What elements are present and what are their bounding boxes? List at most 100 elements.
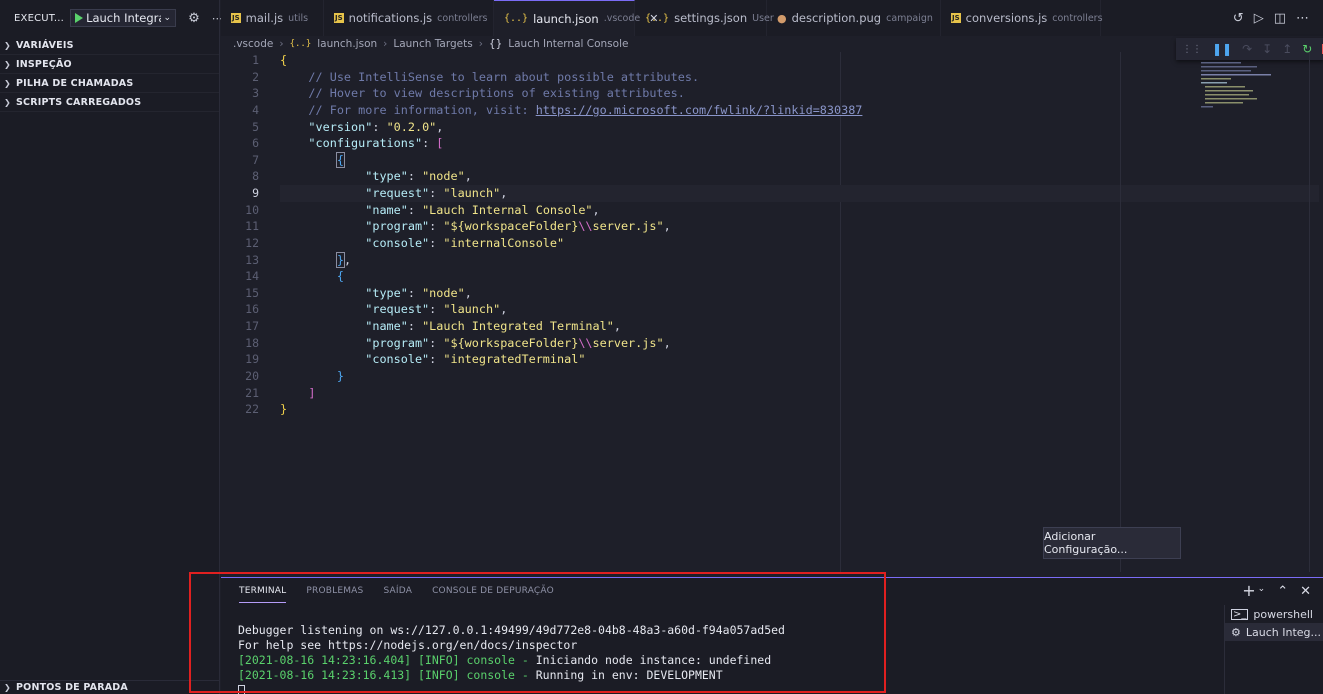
tab-settings-json[interactable]: {..} settings.json User [635, 0, 774, 36]
history-icon[interactable]: ↺ [1233, 11, 1244, 26]
section-label: SCRIPTS CARREGADOS [16, 96, 142, 108]
tab-description-pug[interactable]: ● description.pug campaign [767, 0, 941, 36]
line-numbers: 1 2 3 4 5 6 7 8 9 10 11 12 13 14 15 16 17 18 19 20 21 22 [221, 52, 259, 418]
line-number: 17 [245, 319, 259, 333]
add-configuration-button[interactable]: Adicionar Configuração... [1043, 527, 1181, 559]
line-number: 3 [252, 86, 259, 101]
bottom-panel: TERMINAL PROBLEMAS SAÍDA CONSOLE DE DEPU… [221, 577, 1323, 694]
line-number: 5 [252, 119, 259, 134]
chevron-down-icon[interactable]: ⌄ [1258, 584, 1266, 599]
new-terminal-icon[interactable]: + [1242, 583, 1255, 599]
split-editor-icon[interactable]: ◫ [1274, 11, 1286, 26]
tab-description: utils [288, 12, 309, 24]
line-number: 18 [245, 335, 259, 350]
terminal-item-label: Lauch Integ... [1245, 625, 1322, 639]
section-label: VARIÁVEIS [16, 39, 74, 51]
code-line: "request": "launch", [365, 302, 508, 317]
line-number: 13 [245, 252, 259, 267]
terminal-line: [2021-08-16 14:23:16.404] [INFO] console… [238, 653, 772, 667]
line-number: 15 [245, 285, 259, 300]
panel-tabs: TERMINAL PROBLEMAS SAÍDA CONSOLE DE DEPU… [239, 586, 554, 603]
section-loaded-scripts[interactable]: ❯ SCRIPTS CARREGADOS [0, 93, 219, 112]
line-number: 7 [252, 152, 259, 167]
tab-notifications-js[interactable]: JS notifications.js controllers [324, 0, 494, 36]
bug-icon: ⚙ [1231, 625, 1241, 639]
chevron-right-icon: › [383, 38, 388, 50]
tab-problems[interactable]: PROBLEMAS [306, 586, 363, 603]
run-config-select[interactable]: Lauch Integrat ⌄ [70, 9, 177, 27]
chevron-right-icon: ❯ [4, 78, 11, 88]
breadcrumb-item[interactable]: Lauch Internal Console [508, 38, 628, 50]
tab-conversions-js[interactable]: JS conversions.js controllers [941, 0, 1103, 36]
tab-mail-js[interactable]: JS mail.js utils [221, 0, 324, 36]
code-line: "type": "node", [365, 285, 472, 300]
run-icon[interactable]: ▷ [1254, 11, 1264, 26]
json-file-icon: {..} [645, 12, 670, 24]
tab-label: conversions.js [965, 11, 1048, 25]
line-number: 9 [252, 186, 259, 200]
terminal-list: >_ powershell ⚙ Lauch Integ... [1224, 605, 1323, 694]
terminal-cursor [238, 685, 245, 694]
section-label: PONTOS DE PARADA [16, 682, 128, 693]
terminal-line: Debugger listening on ws://127.0.0.1:494… [238, 623, 785, 637]
terminal-item-debug[interactable]: ⚙ Lauch Integ... [1225, 623, 1323, 641]
breadcrumb-item[interactable]: launch.json [317, 38, 377, 50]
chevron-right-icon: ❯ [4, 97, 11, 107]
json-file-icon: {..} [289, 39, 312, 49]
terminal-item-powershell[interactable]: >_ powershell [1225, 605, 1323, 623]
code-line-current: "request": "launch", [280, 185, 1319, 202]
code-line: "name": "Lauch Internal Console", [365, 202, 600, 217]
run-config-label: Lauch Integrat [86, 11, 160, 25]
code-line: "type": "node", [365, 169, 472, 184]
tab-debug-console[interactable]: CONSOLE DE DEPURAÇÃO [432, 586, 554, 603]
maximize-panel-icon[interactable]: ⌃ [1277, 584, 1288, 599]
start-debug-icon[interactable] [75, 13, 84, 23]
tab-label: notifications.js [348, 11, 433, 25]
json-file-icon: {..} [504, 13, 529, 24]
tab-output[interactable]: SAÍDA [383, 586, 412, 603]
code-editor[interactable]: 1 2 3 4 5 6 7 8 9 10 11 12 13 14 15 16 17 18 19 20 21 22 { //… [221, 52, 1319, 572]
code-line: { [336, 269, 344, 284]
section-label: PILHA DE CHAMADAS [16, 77, 134, 89]
section-call-stack[interactable]: ❯ PILHA DE CHAMADAS [0, 74, 219, 93]
tab-terminal[interactable]: TERMINAL [239, 586, 287, 603]
editor-actions: ↺ ▷ ◫ ⋯ [1232, 0, 1323, 36]
close-panel-icon[interactable]: ✕ [1300, 584, 1311, 599]
line-number: 16 [245, 302, 259, 317]
code-line: // Hover to view descriptions of existin… [308, 86, 685, 101]
chevron-right-icon: › [478, 38, 483, 50]
code-line: "console": "integratedTerminal" [365, 352, 586, 367]
tab-label: mail.js [245, 11, 284, 25]
js-file-icon: JS [231, 13, 241, 23]
line-number: 20 [245, 368, 259, 383]
terminal-output[interactable]: Debugger listening on ws://127.0.0.1:494… [238, 623, 785, 694]
gear-icon[interactable]: ⚙ [188, 11, 200, 26]
debug-sidebar: EXECUT... Lauch Integrat ⌄ ⚙ ⋯ ❯ VARIÁVEI… [0, 0, 223, 694]
breadcrumb-item[interactable]: Launch Targets [393, 38, 472, 50]
tab-launch-json[interactable]: {..} launch.json .vscode ✕ [494, 0, 658, 36]
section-breakpoints[interactable]: ❯ PONTOS DE PARADA [0, 680, 219, 694]
code-line: } [336, 368, 344, 383]
editor-scrollbar[interactable] [1309, 52, 1323, 572]
line-number: 2 [252, 69, 259, 84]
js-file-icon: JS [951, 13, 961, 23]
pug-file-icon: ● [777, 11, 787, 25]
code-line: "program": "${workspaceFolder}\\server.j… [365, 335, 671, 350]
braces-icon: {} [488, 38, 503, 50]
chevron-right-icon: ❯ [4, 59, 11, 69]
section-watch[interactable]: ❯ INSPEÇÃO [0, 55, 219, 74]
section-variables[interactable]: ❯ VARIÁVEIS [0, 36, 219, 55]
minimap[interactable] [1197, 52, 1307, 572]
docs-link[interactable]: https://go.microsoft.com/fwlink/?linkid=… [536, 103, 863, 117]
code-line: { [280, 53, 288, 67]
more-icon[interactable]: ⋯ [1296, 11, 1309, 26]
code-line: "console": "internalConsole" [365, 235, 565, 250]
tab-label: description.pug [791, 11, 882, 25]
code-content[interactable]: { // Use IntelliSense to learn about pos… [280, 52, 1319, 418]
js-file-icon: JS [334, 13, 344, 23]
tab-description: controllers [437, 12, 488, 24]
code-line: }, [335, 251, 352, 268]
breadcrumb-item[interactable]: .vscode [233, 38, 273, 50]
breadcrumb: .vscode › {..} launch.json › Launch Targ… [233, 36, 628, 52]
line-number: 8 [252, 169, 259, 184]
